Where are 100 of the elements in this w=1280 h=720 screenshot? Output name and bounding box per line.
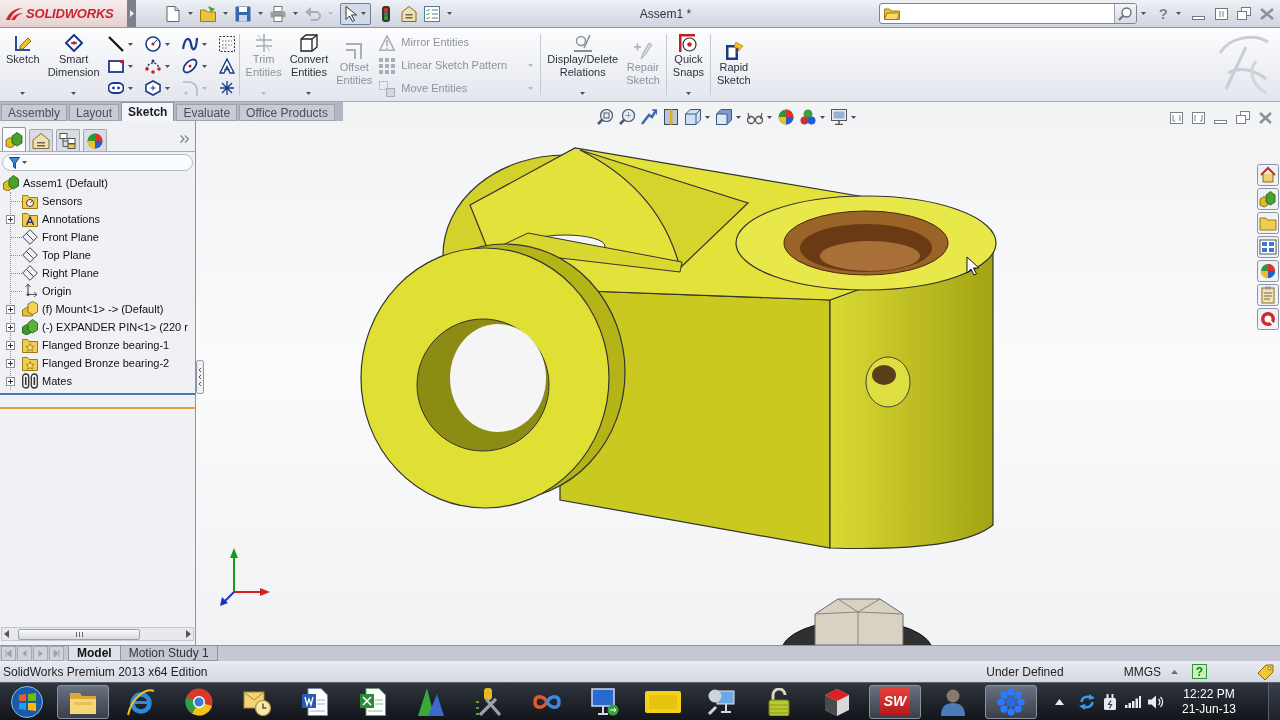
checklist-icon[interactable]	[424, 5, 440, 22]
monitor-icon[interactable]	[831, 109, 847, 125]
caret-icon[interactable]	[164, 42, 170, 46]
text-tool-icon[interactable]	[218, 58, 235, 74]
clock-date[interactable]: 21-Jun-13	[1181, 701, 1236, 717]
ribbon-button[interactable]: Quick Snaps	[668, 28, 708, 101]
caret-icon[interactable]	[306, 92, 312, 95]
caret-icon[interactable]	[361, 12, 366, 15]
help-button[interactable]: ?	[1192, 664, 1207, 679]
new-document-icon[interactable]	[165, 5, 181, 22]
search-field[interactable]	[878, 3, 1137, 24]
caret-icon[interactable]	[20, 92, 26, 95]
line-icon[interactable]	[107, 36, 124, 52]
open-folder-icon[interactable]	[200, 5, 216, 22]
slot-icon[interactable]	[107, 80, 124, 96]
caret-icon[interactable]	[767, 115, 772, 119]
scroll-thumb[interactable]	[18, 628, 140, 640]
print-icon[interactable]	[270, 5, 286, 22]
expand-icon[interactable]	[6, 340, 15, 350]
minimize-icon[interactable]	[1214, 120, 1227, 124]
asterisk-icon[interactable]	[218, 80, 235, 96]
grid-icon[interactable]	[1257, 236, 1279, 258]
curve-icon[interactable]	[181, 36, 198, 52]
tree-item[interactable]: Origin	[22, 282, 74, 300]
caret-icon[interactable]	[258, 12, 263, 15]
panel-tab[interactable]	[2, 127, 26, 151]
tree-item[interactable]: (-) EXPANDER PIN<1> (220 r	[22, 318, 190, 336]
hexagon-icon[interactable]	[144, 80, 161, 96]
tree-item[interactable]: Mates	[22, 372, 74, 390]
tree-item[interactable]: Annotations	[22, 210, 103, 228]
sync-icon[interactable]	[1079, 693, 1095, 710]
dashed-square-icon[interactable]	[218, 36, 235, 52]
signal-icon[interactable]	[1125, 695, 1141, 708]
tree-item[interactable]: Flanged Bronze bearing-2	[22, 354, 172, 372]
up-triangle-icon[interactable]	[1055, 698, 1064, 705]
caret-icon[interactable]	[820, 115, 825, 119]
close-icon[interactable]	[1259, 112, 1272, 124]
caret-icon[interactable]	[164, 64, 170, 68]
ribbon-button[interactable]: Sketch	[2, 28, 44, 101]
tab[interactable]: Sketch	[121, 102, 175, 121]
ribbon-button[interactable]: Convert Entities	[285, 28, 333, 101]
filter-field[interactable]	[2, 154, 193, 171]
bracket-box-icon[interactable]	[1192, 112, 1205, 124]
caret-up-icon[interactable]	[1171, 669, 1178, 674]
panel-tab[interactable]	[29, 129, 53, 151]
chevron-tab-icon[interactable]	[196, 360, 204, 394]
caret-icon[interactable]	[201, 42, 207, 46]
taskbar-button[interactable]	[57, 684, 109, 719]
units-button[interactable]: MMGS	[1123, 665, 1161, 678]
caret-icon[interactable]	[223, 12, 228, 15]
ribbon-button[interactable]: Rapid Sketch	[713, 28, 755, 101]
clock-time[interactable]: 12:22 PM	[1183, 686, 1235, 702]
clipboard-icon[interactable]	[1257, 284, 1279, 306]
caret-icon[interactable]	[188, 12, 193, 15]
blocks-icon[interactable]	[1257, 188, 1279, 210]
restore-icon[interactable]	[1237, 7, 1251, 20]
split-block-icon[interactable]	[663, 109, 679, 125]
tree-item[interactable]: Sensors	[22, 192, 85, 210]
panel-tab[interactable]	[83, 129, 107, 151]
ellipse-icon[interactable]	[181, 58, 198, 74]
caret-icon[interactable]	[447, 12, 452, 15]
tree-item[interactable]: Right Plane	[22, 264, 101, 282]
power-plug-icon[interactable]	[1103, 693, 1117, 710]
tree-item[interactable]: Front Plane	[22, 228, 101, 246]
caret-icon[interactable]	[1176, 12, 1181, 15]
folder-icon[interactable]	[1257, 212, 1279, 234]
rectangle-icon[interactable]	[107, 58, 124, 74]
caret-icon[interactable]	[71, 92, 77, 95]
search-button[interactable]	[1113, 4, 1136, 23]
scroll-right-icon[interactable]	[186, 630, 191, 638]
house-icon[interactable]	[401, 5, 417, 22]
circle-icon[interactable]	[144, 36, 161, 52]
expand-icon[interactable]	[6, 322, 15, 332]
caret-icon[interactable]	[201, 64, 207, 68]
minimize-icon[interactable]	[1192, 15, 1205, 20]
caret-icon[interactable]	[685, 92, 691, 95]
tree-item[interactable]: Flanged Bronze bearing-1	[22, 336, 172, 354]
horizontal-scrollbar[interactable]	[1, 627, 194, 641]
zigzag-arrow-icon[interactable]	[641, 109, 657, 125]
caret-icon[interactable]	[293, 12, 298, 15]
split-window-icon[interactable]	[1215, 7, 1228, 20]
ribbon-button[interactable]: Display/Delete Relations	[543, 28, 623, 101]
tab[interactable]: Model	[68, 646, 121, 661]
zoom-to-fit-icon[interactable]	[597, 109, 613, 125]
tree-item[interactable]: Assem1 (Default)	[3, 174, 110, 192]
caret-icon[interactable]	[1140, 12, 1146, 15]
caret-icon[interactable]	[851, 115, 856, 119]
tab[interactable]: Layout	[69, 104, 120, 121]
zoom-in-icon[interactable]	[619, 109, 635, 125]
save-icon[interactable]	[235, 5, 251, 22]
panel-tab[interactable]	[56, 129, 80, 151]
pie-icon[interactable]	[1257, 260, 1279, 282]
home-icon[interactable]	[1257, 164, 1279, 186]
show-desktop-button[interactable]	[1268, 683, 1280, 720]
caret-icon[interactable]	[580, 92, 586, 95]
caret-icon[interactable]	[127, 86, 133, 90]
cube-icon[interactable]	[685, 109, 701, 125]
expand-icon[interactable]	[6, 376, 15, 386]
ribbon-button[interactable]: Smart Dimension	[43, 28, 104, 101]
tab[interactable]: Office Products	[239, 104, 335, 121]
